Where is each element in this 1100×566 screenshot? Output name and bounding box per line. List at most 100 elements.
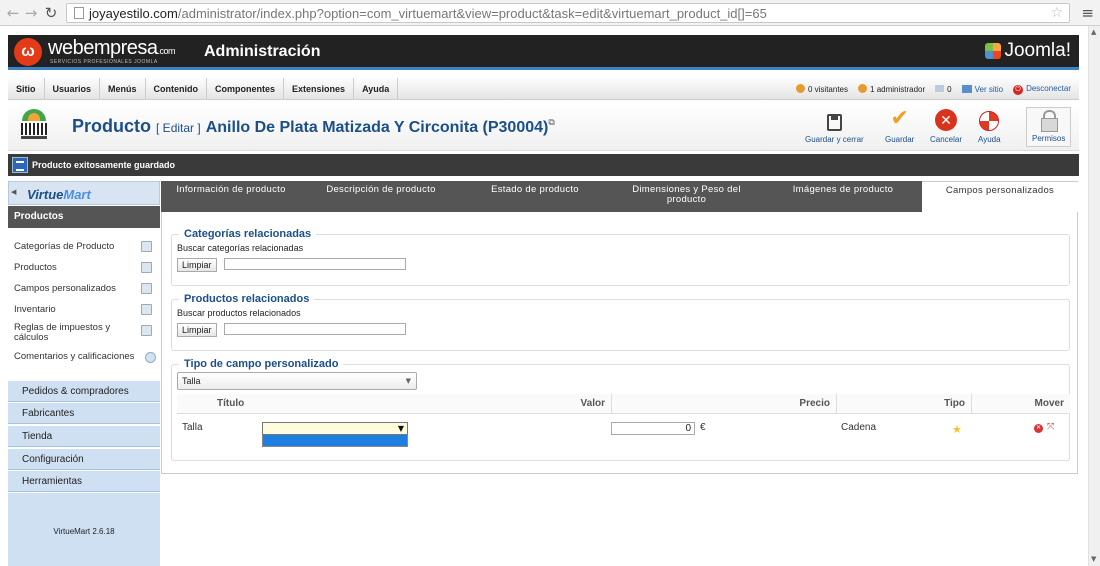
- save-icon: [826, 114, 842, 131]
- custom-field-type-fieldset: Tipo de campo personalizado Talla ▼ Títu…: [171, 358, 1070, 461]
- sidebar-products-list: Categorías de Producto Productos Campos …: [8, 236, 160, 367]
- view-site-link[interactable]: Ver sitio: [961, 84, 1003, 94]
- sidebar-item-reviews[interactable]: Comentarios y calificaciones: [8, 346, 160, 367]
- sidebar-group-orders[interactable]: Pedidos & compradores: [8, 380, 160, 402]
- value-select[interactable]: ▼: [262, 422, 408, 435]
- webempresa-logo-icon: ω: [14, 38, 42, 66]
- calculator-icon: [141, 325, 152, 336]
- sidebar: ◀ VirtueMart Productos Categorías de Pro…: [8, 181, 160, 566]
- menu-extensiones[interactable]: Extensiones: [284, 77, 355, 100]
- admin-title: Administración: [204, 43, 321, 60]
- related-categories-legend: Categorías relacionadas: [184, 228, 312, 240]
- tab-product-images[interactable]: Imágenes de producto: [764, 181, 922, 212]
- sidebar-group-store[interactable]: Tienda: [8, 425, 160, 447]
- related-categories-label: Buscar categorías relacionadas: [177, 243, 304, 253]
- value-dropdown-options[interactable]: [262, 435, 408, 447]
- scroll-down-icon[interactable]: ▼: [1091, 555, 1096, 563]
- star-icon: ★: [952, 423, 962, 436]
- related-categories-fieldset: Categorías relacionadas Buscar categoría…: [171, 228, 1070, 286]
- product-name: Anillo De Plata Matizada Y Circonita (P3…: [205, 119, 549, 136]
- price-input[interactable]: 0: [611, 422, 695, 435]
- tab-product-description[interactable]: Descripción de producto: [301, 181, 461, 212]
- edit-tag: [ Editar ]: [156, 121, 201, 135]
- chevron-down-icon: ▼: [397, 424, 404, 433]
- menu-componentes[interactable]: Componentes: [207, 77, 285, 100]
- cancel-button[interactable]: ✕ Cancelar: [930, 107, 962, 147]
- browser-menu-icon[interactable]: ≡: [1081, 4, 1094, 22]
- browser-toolbar: ← → ↻ joyayestilo.com/administrator/inde…: [0, 0, 1100, 26]
- virtuemart-version: VirtueMart 2.6.18: [8, 493, 160, 566]
- address-bar[interactable]: joyayestilo.com/administrator/index.php?…: [66, 3, 1070, 23]
- collapse-sidebar-icon[interactable]: ◀: [11, 188, 16, 196]
- related-products-legend: Productos relacionados: [184, 293, 310, 305]
- back-icon[interactable]: ←: [4, 4, 22, 22]
- page-title: Producto [ Editar ] Anillo De Plata Mati…: [72, 116, 555, 136]
- save-button[interactable]: ✔ Guardar: [885, 107, 914, 147]
- reload-icon[interactable]: ↻: [42, 4, 60, 22]
- check-icon: ✔: [890, 106, 909, 131]
- related-products-fieldset: Productos relacionados Buscar productos …: [171, 293, 1070, 351]
- store-icon: [18, 109, 50, 143]
- tab-product-status[interactable]: Estado de producto: [461, 181, 609, 212]
- menu-menus[interactable]: Menús: [100, 77, 146, 100]
- scroll-up-icon[interactable]: ▲: [1091, 28, 1096, 36]
- tab-product-dimensions[interactable]: Dimensiones y Peso del producto: [609, 181, 764, 212]
- clear-products-button[interactable]: Limpiar: [177, 323, 217, 337]
- monitor-icon: [961, 84, 972, 93]
- lock-icon: [1041, 110, 1059, 132]
- sidebar-section-products[interactable]: Productos: [8, 206, 160, 228]
- menu-ayuda[interactable]: Ayuda: [354, 77, 399, 100]
- custom-fields-table: Título Valor Precio Tipo Mover Talla ▼ 0…: [177, 394, 1070, 454]
- forward-icon[interactable]: →: [22, 4, 40, 22]
- custom-field-icon: [141, 283, 152, 294]
- joomla-icon: [985, 43, 1002, 59]
- lifebuoy-icon: [979, 111, 1000, 131]
- url-path: /administrator/index.php?option=com_virt…: [177, 5, 767, 21]
- save-close-button[interactable]: Guardar y cerrar: [805, 107, 864, 147]
- sidebar-item-custom-fields[interactable]: Campos personalizados: [8, 278, 160, 299]
- comment-icon: [145, 352, 156, 363]
- status-bar: 0 visitantes 1 administrador 0 Ver sitio…: [795, 78, 1071, 100]
- messages-count[interactable]: 0: [935, 84, 952, 94]
- tab-product-info[interactable]: Información de producto: [161, 181, 301, 212]
- sidebar-group-tools[interactable]: Herramientas: [8, 470, 160, 492]
- page-icon: [74, 7, 84, 19]
- sidebar-group-manufacturers[interactable]: Fabricantes: [8, 402, 160, 424]
- logout-link[interactable]: ⏻ Desconectar: [1013, 84, 1071, 95]
- permissions-button[interactable]: Permisos: [1026, 107, 1072, 147]
- bookmark-star-icon[interactable]: ☆: [1050, 5, 1063, 21]
- inventory-icon: [141, 304, 152, 315]
- custom-field-type-legend: Tipo de campo personalizado: [184, 358, 339, 370]
- info-icon: [12, 157, 28, 173]
- url-host: joyayestilo.com: [89, 5, 178, 21]
- delete-icon[interactable]: ✕: [1034, 424, 1043, 433]
- sidebar-item-tax-rules[interactable]: Reglas de impuestos y cálculos: [8, 320, 160, 346]
- external-link-icon[interactable]: ⧉: [548, 117, 554, 127]
- cancel-icon: ✕: [935, 109, 957, 131]
- help-button[interactable]: Ayuda: [978, 107, 1001, 147]
- clear-categories-button[interactable]: Limpiar: [177, 258, 217, 272]
- brand-name: webempresa.com: [48, 37, 176, 59]
- menu-contenido[interactable]: Contenido: [146, 77, 208, 100]
- related-categories-input[interactable]: [224, 258, 406, 270]
- sidebar-item-products[interactable]: Productos: [8, 257, 160, 278]
- virtuemart-logo: VirtueMart: [27, 187, 91, 202]
- related-products-input[interactable]: [224, 323, 406, 335]
- menu-usuarios[interactable]: Usuarios: [45, 77, 101, 100]
- title-toolbar: Producto [ Editar ] Anillo De Plata Mati…: [8, 103, 1079, 151]
- table-header-value: Valor: [580, 398, 605, 409]
- sidebar-item-inventory[interactable]: Inventario: [8, 299, 160, 320]
- menu-sitio[interactable]: Sitio: [8, 77, 45, 100]
- related-products-label: Buscar productos relacionados: [177, 308, 301, 318]
- visitors-count: 0 visitantes: [795, 84, 848, 94]
- sidebar-group-configuration[interactable]: Configuración: [8, 448, 160, 470]
- row-type: Cadena: [841, 422, 877, 433]
- custom-field-type-select[interactable]: Talla ▼: [177, 372, 417, 390]
- move-icon[interactable]: ⤧: [1047, 422, 1054, 432]
- page-scrollbar[interactable]: ▲ ▼: [1088, 26, 1100, 566]
- table-header-type: Tipo: [836, 394, 971, 414]
- sidebar-item-categories[interactable]: Categorías de Producto: [8, 236, 160, 257]
- power-icon: ⏻: [1013, 84, 1024, 95]
- admin-icon: [858, 84, 868, 93]
- tab-custom-fields[interactable]: Campos personalizados: [922, 181, 1078, 212]
